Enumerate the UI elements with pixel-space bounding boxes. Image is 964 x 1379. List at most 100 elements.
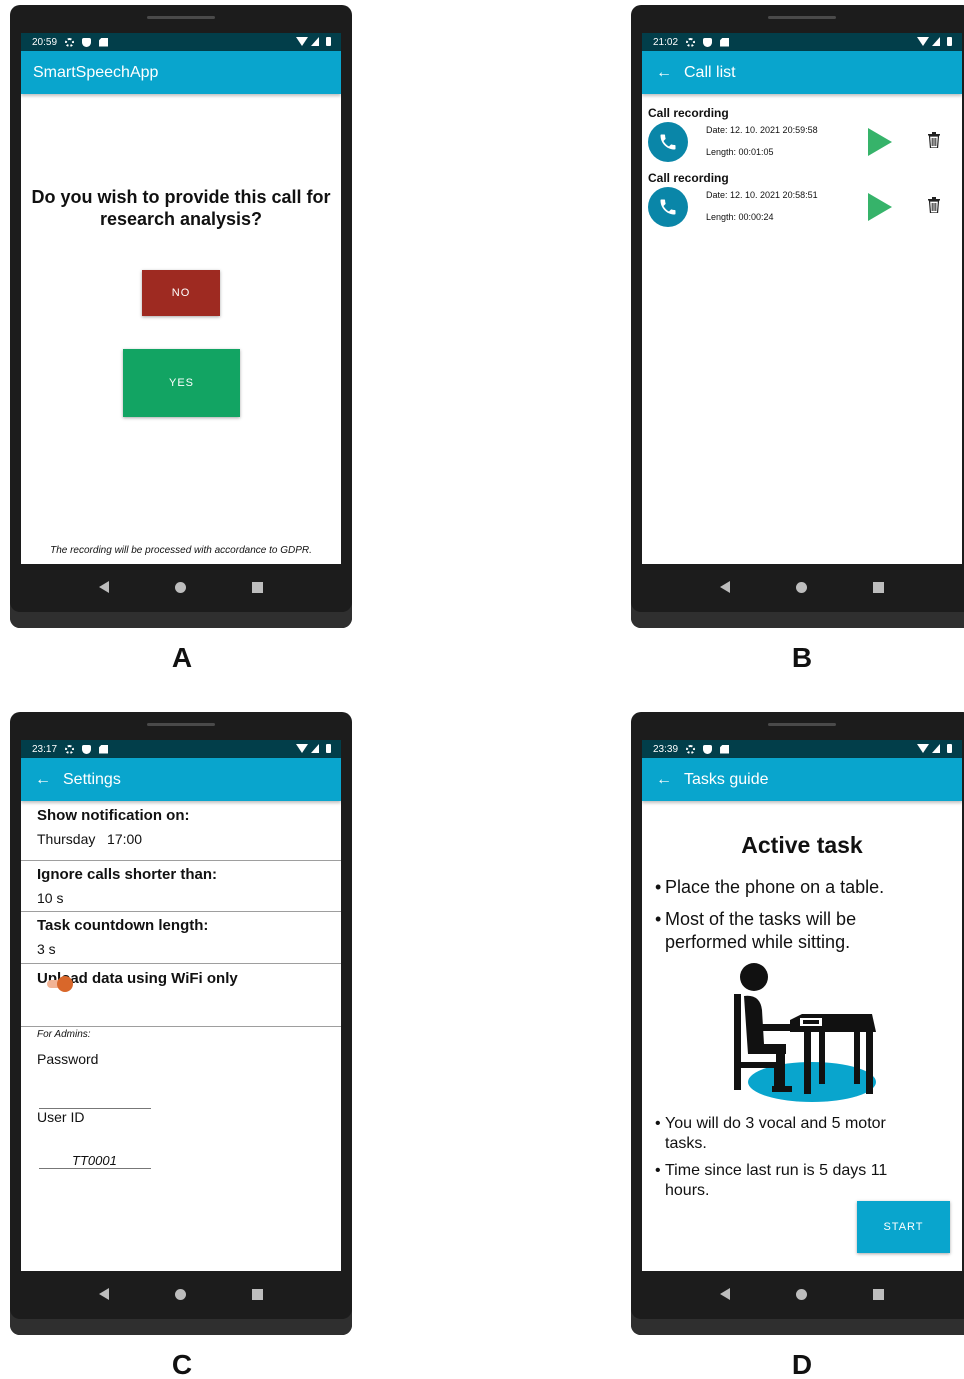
nav-bar (642, 564, 962, 610)
play-icon[interactable] (868, 128, 892, 156)
notification-setting[interactable]: Show notification on: Thursday 17:00 (21, 801, 341, 861)
password-field[interactable] (39, 1091, 151, 1109)
nav-bar (642, 1271, 962, 1317)
status-bar: 20:59 (21, 33, 341, 51)
countdown-setting[interactable]: Task countdown length: 3 s (21, 912, 341, 964)
signal-icon (311, 37, 319, 46)
battery-icon (326, 37, 331, 46)
nav-back-icon[interactable] (99, 581, 109, 593)
back-arrow-icon[interactable]: ← (642, 771, 686, 789)
nav-home-icon[interactable] (796, 1288, 807, 1300)
nav-recents-icon[interactable] (252, 581, 263, 593)
nav-recents-icon[interactable] (252, 1288, 263, 1300)
active-task-heading: Active task (741, 832, 863, 858)
sd-card-icon (99, 37, 109, 47)
sd-card-icon (720, 744, 730, 754)
phone-b: 21:02 ← Call list Call recording Date: 1… (631, 5, 964, 628)
trash-icon[interactable] (928, 132, 940, 148)
wifi-icon (296, 37, 308, 46)
start-button[interactable]: START (857, 1201, 950, 1253)
page-title: Call list (684, 63, 736, 81)
screen-d: 23:39 ← Tasks guide Active task Place th… (642, 740, 962, 1271)
wifi-only-setting: Upload data using WiFi only (21, 964, 341, 1027)
instruction-sitting: Most of the tasks will be performed whil… (655, 908, 905, 954)
recording-title: Call recording (648, 106, 729, 120)
settings-gear-icon (65, 744, 75, 754)
settings-gear-icon (65, 37, 75, 47)
play-icon[interactable] (868, 193, 892, 221)
admins-label: For Admins: (37, 1029, 91, 1040)
status-time: 20:59 (32, 36, 58, 48)
list-item[interactable]: Call recording Date: 12. 10. 2021 20:59:… (642, 106, 962, 168)
signal-icon (932, 744, 940, 753)
list-item[interactable]: Call recording Date: 12. 10. 2021 20:58:… (642, 171, 962, 233)
shield-icon (82, 744, 92, 754)
panel-label-c: C (171, 1349, 193, 1379)
app-title: SmartSpeechApp (33, 63, 159, 81)
notification-label: Show notification on: (37, 807, 190, 824)
page-title: Settings (63, 770, 121, 788)
shield-icon (703, 744, 713, 754)
notification-value: Thursday 17:00 (37, 831, 143, 847)
password-label: Password (37, 1051, 99, 1067)
sitting-at-table-illustration (734, 963, 876, 1102)
status-bar: 23:17 (21, 740, 341, 758)
status-right (917, 37, 952, 46)
countdown-value: 3 s (37, 941, 56, 957)
shield-icon (703, 37, 713, 47)
nav-recents-icon[interactable] (873, 1288, 884, 1300)
instruction-last-run: Time since last run is 5 days 11 hours. (655, 1161, 905, 1201)
wifi-only-toggle[interactable] (47, 976, 73, 992)
battery-icon (326, 744, 331, 753)
status-bar: 23:39 (642, 740, 962, 758)
earpiece (768, 16, 836, 19)
back-arrow-icon[interactable]: ← (642, 64, 686, 82)
countdown-label: Task countdown length: (37, 917, 209, 934)
sd-card-icon (720, 37, 730, 47)
phone-d: 23:39 ← Tasks guide Active task Place th… (631, 712, 964, 1335)
ignore-calls-label: Ignore calls shorter than: (37, 866, 218, 883)
nav-back-icon[interactable] (720, 581, 730, 593)
instruction-task-count: You will do 3 vocal and 5 motor tasks. (655, 1114, 925, 1154)
wifi-icon (917, 744, 929, 753)
trash-icon[interactable] (928, 197, 940, 213)
recording-date: Date: 12. 10. 2021 20:59:58 (706, 125, 818, 135)
status-right (296, 37, 331, 46)
no-button[interactable]: NO (142, 270, 220, 316)
nav-home-icon[interactable] (796, 581, 807, 593)
panel-label-d: D (791, 1349, 813, 1379)
wifi-icon (296, 744, 308, 753)
consent-question: Do you wish to provide this call for res… (31, 187, 331, 229)
ignore-calls-setting[interactable]: Ignore calls shorter than: 10 s (21, 861, 341, 912)
instruction-table: Place the phone on a table. (655, 876, 955, 899)
status-time: 23:39 (653, 743, 679, 755)
app-bar: ← Call list (642, 51, 962, 94)
earpiece (768, 723, 836, 726)
recording-title: Call recording (648, 171, 729, 185)
app-bar: ← Settings (21, 758, 341, 801)
status-time: 23:17 (32, 743, 58, 755)
back-arrow-icon[interactable]: ← (21, 771, 65, 789)
yes-button[interactable]: YES (123, 349, 240, 417)
earpiece (147, 723, 215, 726)
screen-a: 20:59 SmartSpeechApp Do you wish to prov… (21, 33, 341, 564)
phone-icon (648, 187, 688, 227)
nav-back-icon[interactable] (99, 1288, 109, 1300)
nav-back-icon[interactable] (720, 1288, 730, 1300)
nav-home-icon[interactable] (175, 581, 186, 593)
app-bar: ← Tasks guide (642, 758, 962, 801)
status-right (917, 744, 952, 753)
screen-c: 23:17 ← Settings Show notification on: T… (21, 740, 341, 1271)
nav-recents-icon[interactable] (873, 581, 884, 593)
phone-c: 23:17 ← Settings Show notification on: T… (10, 712, 352, 1335)
nav-bar (21, 564, 341, 610)
status-right (296, 744, 331, 753)
settings-gear-icon (686, 744, 696, 754)
phone-a: 20:59 SmartSpeechApp Do you wish to prov… (10, 5, 352, 628)
shield-icon (82, 37, 92, 47)
gdpr-note: The recording will be processed with acc… (50, 545, 312, 556)
panel-label-a: A (171, 642, 193, 673)
user-id-value: TT0001 (72, 1153, 117, 1168)
settings-gear-icon (686, 37, 696, 47)
nav-home-icon[interactable] (175, 1288, 186, 1300)
